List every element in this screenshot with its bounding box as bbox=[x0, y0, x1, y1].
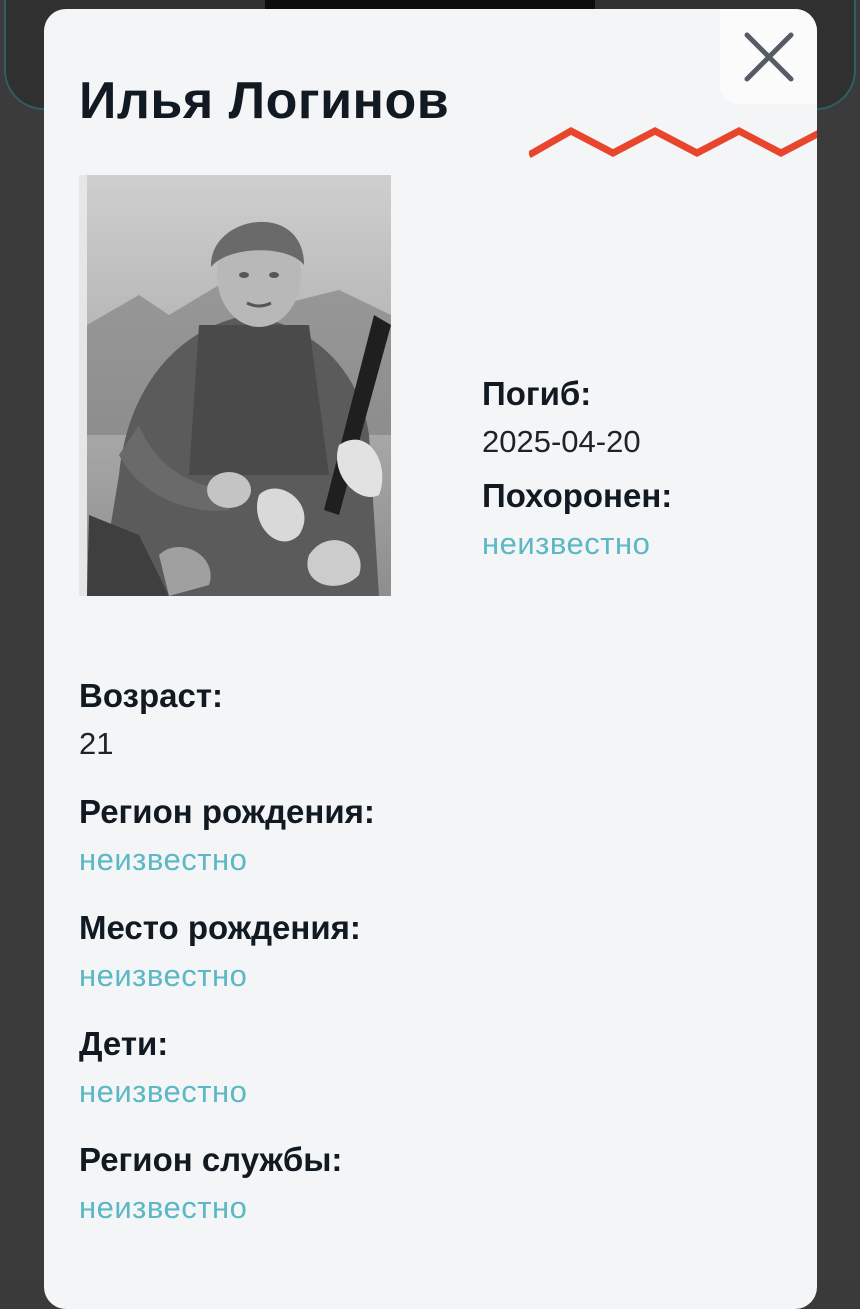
age-label: Возраст: bbox=[79, 677, 223, 714]
close-button[interactable] bbox=[720, 9, 817, 104]
service-region-value: неизвестно bbox=[79, 1190, 248, 1225]
death-date-label: Погиб: bbox=[482, 375, 592, 412]
birth-region-label: Регион рождения: bbox=[79, 793, 375, 830]
children-label: Дети: bbox=[79, 1025, 169, 1062]
death-info: Погиб: 2025-04-20 Похоронен: неизвестно bbox=[482, 371, 672, 575]
burial-label: Похоронен: bbox=[482, 477, 673, 514]
death-date-value: 2025-04-20 bbox=[482, 424, 641, 459]
person-name: Илья Логинов bbox=[79, 72, 450, 130]
birth-region-value: неизвестно bbox=[79, 842, 248, 877]
service-region-label: Регион службы: bbox=[79, 1141, 343, 1178]
portrait-photo bbox=[79, 175, 391, 596]
birth-place-value: неизвестно bbox=[79, 958, 248, 993]
age-value: 21 bbox=[79, 726, 114, 761]
decorative-zigzag bbox=[529, 127, 817, 159]
person-detail-modal: Илья Логинов Погиб: 2025-04-20 Похоронен… bbox=[44, 9, 817, 1309]
burial-value: неизвестно bbox=[482, 526, 651, 561]
personal-info: Возраст: 21 Регион рождения: неизвестно … bbox=[79, 672, 375, 1252]
close-icon bbox=[744, 32, 793, 81]
children-value: неизвестно bbox=[79, 1074, 248, 1109]
birth-place-label: Место рождения: bbox=[79, 909, 361, 946]
